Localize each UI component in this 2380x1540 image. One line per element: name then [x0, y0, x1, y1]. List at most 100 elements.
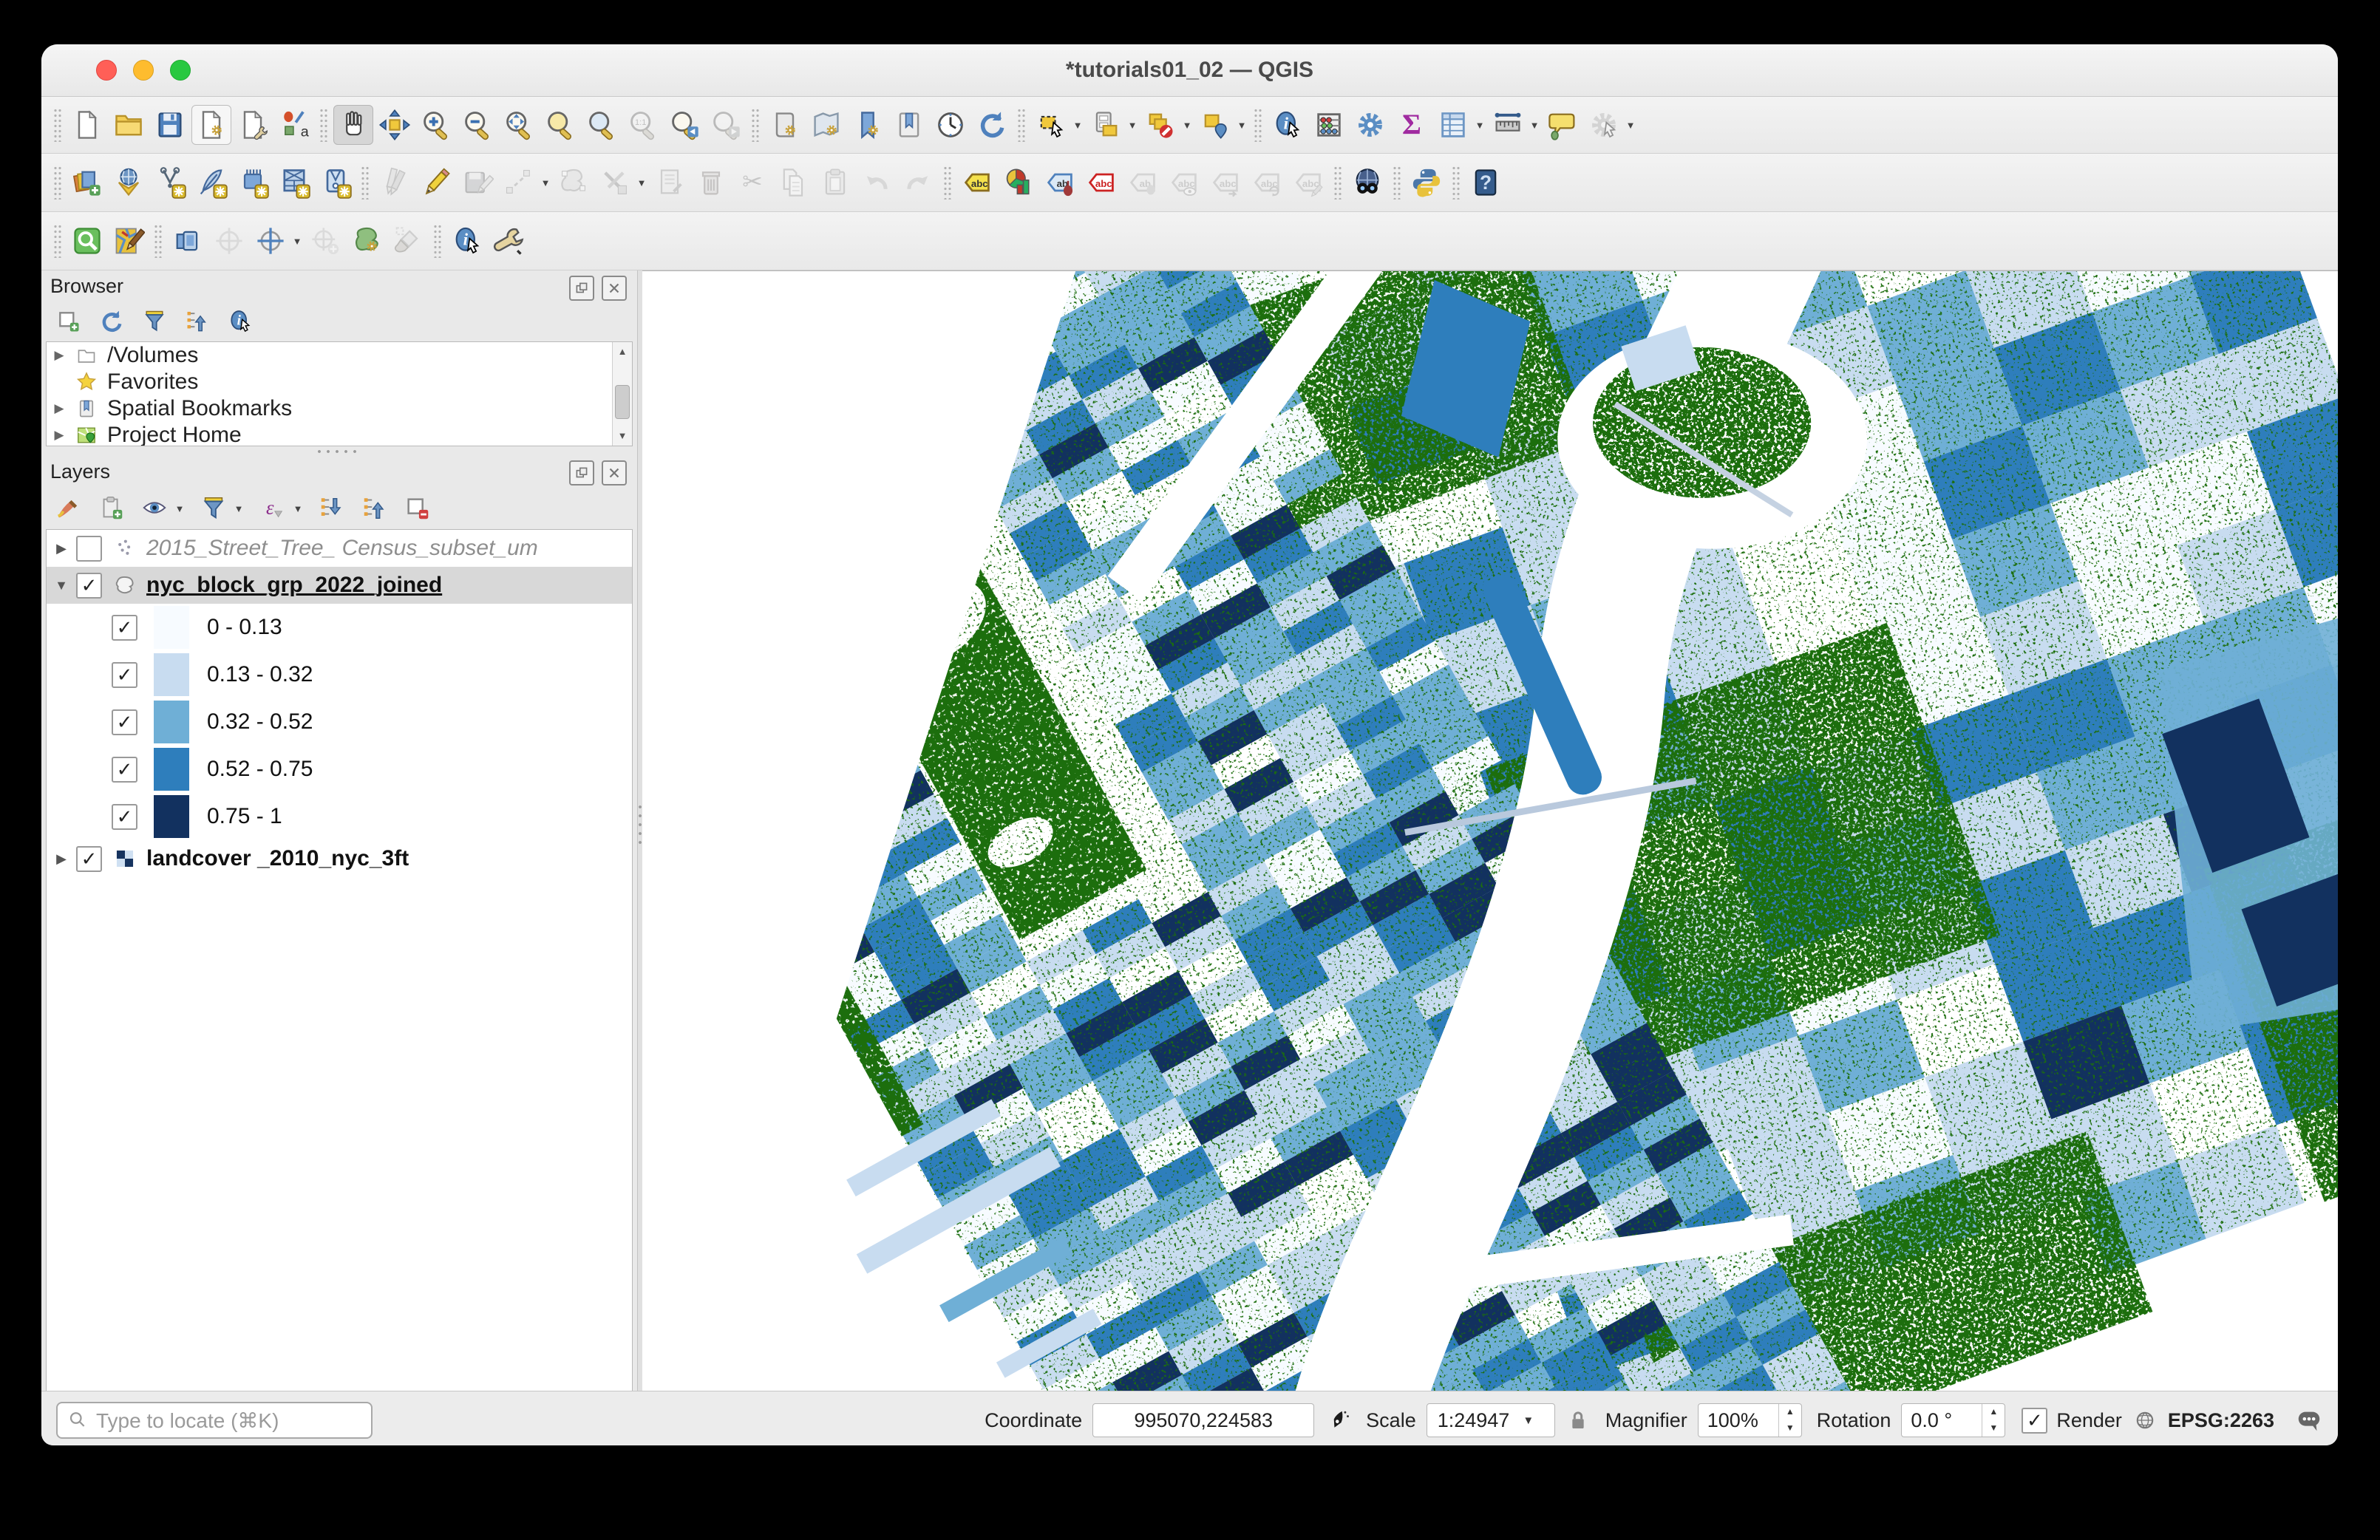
zoom-to-layer-button[interactable] [582, 105, 622, 145]
legend-class-checkbox[interactable]: ✓ [112, 757, 137, 783]
run-feature-action-button[interactable] [1584, 105, 1624, 145]
add-gps-point-button[interactable] [305, 221, 345, 261]
expander-icon[interactable]: ▶ [47, 348, 72, 363]
open-attribute-table-button[interactable] [1433, 105, 1473, 145]
layers-close-button[interactable] [602, 460, 627, 485]
toolbar-grip[interactable] [53, 166, 62, 200]
layer-visibility-checkbox[interactable]: ✓ [76, 573, 102, 599]
legend-class-checkbox[interactable]: ✓ [112, 662, 137, 688]
zoom-last-button[interactable] [664, 105, 704, 145]
dropdown-arrow-icon[interactable]: ▼ [1624, 120, 1637, 131]
browser-close-button[interactable] [602, 276, 627, 301]
center-map-on-point-button[interactable] [251, 221, 290, 261]
pin-unpin-labels-button[interactable]: ab [1040, 163, 1080, 202]
panel-splitter[interactable] [41, 446, 637, 455]
toolbar-grip[interactable] [319, 108, 328, 142]
identify-features-button[interactable]: i [1268, 105, 1308, 145]
dropdown-arrow-icon[interactable]: ▼ [635, 177, 648, 188]
rotate-label-button[interactable]: abc [1247, 163, 1287, 202]
help-contents-button[interactable]: ? [1466, 163, 1506, 202]
legend-class-row[interactable]: ✓0.52 - 0.75 [47, 746, 632, 793]
zoom-full-extent-button[interactable] [499, 105, 539, 145]
legend-class-row[interactable]: ✓0.75 - 1 [47, 793, 632, 840]
close-window-button[interactable] [96, 60, 117, 81]
toolbar-grip[interactable] [1393, 166, 1401, 200]
open-layer-styling-panel-button[interactable] [53, 493, 84, 524]
layer-diagram-options-button[interactable] [999, 163, 1038, 202]
dock-splitter[interactable] [637, 270, 642, 1391]
new-spatialite-layer-button[interactable] [233, 163, 273, 202]
statistical-summary-button[interactable]: Σ [1392, 105, 1432, 145]
expander-icon[interactable]: ▶ [47, 401, 72, 416]
expander-icon[interactable]: ▶ [47, 541, 76, 556]
modify-attributes-button[interactable] [595, 163, 635, 202]
plugin-information-button[interactable]: i [447, 221, 487, 261]
copy-features-button[interactable] [774, 163, 814, 202]
zoom-next-button[interactable] [706, 105, 746, 145]
legend-class-row[interactable]: ✓0.13 - 0.32 [47, 651, 632, 698]
delete-selected-button[interactable] [691, 163, 731, 202]
remove-layer-button[interactable] [402, 493, 433, 524]
filter-legend-button[interactable] [198, 493, 229, 524]
metasearch-catalog-button[interactable] [1347, 163, 1387, 202]
toolbar-grip[interactable] [154, 224, 163, 258]
refresh-map-button[interactable] [972, 105, 1012, 145]
gps-information-button[interactable] [168, 221, 208, 261]
legend-class-checkbox[interactable]: ✓ [112, 709, 137, 735]
pan-map-button[interactable] [333, 105, 373, 145]
spin-down-icon[interactable]: ▼ [1779, 1420, 1801, 1437]
deselect-features-button[interactable] [1140, 105, 1180, 145]
gps-center-button[interactable] [209, 221, 249, 261]
processing-toolbox-button[interactable] [1350, 105, 1390, 145]
multi-edit-attributes-button[interactable] [650, 163, 690, 202]
toolbar-grip[interactable] [751, 108, 760, 142]
scrollbar-thumb[interactable] [615, 385, 630, 419]
toolbar-grip[interactable] [361, 166, 370, 200]
undo-button[interactable] [857, 163, 897, 202]
current-edits-button[interactable] [375, 163, 415, 202]
new-print-layout-button[interactable] [191, 105, 231, 145]
magnifier-spinner[interactable]: 100% ▲▼ [1698, 1403, 1802, 1437]
measure-line-button[interactable] [1488, 105, 1528, 145]
expand-all-layers-button[interactable] [316, 493, 347, 524]
plugin-settings-button[interactable] [489, 221, 528, 261]
expander-icon[interactable]: ▶ [47, 851, 76, 867]
crs-value[interactable]: EPSG:2263 [2168, 1409, 2274, 1432]
dropdown-arrow-icon[interactable]: ▼ [1473, 120, 1486, 131]
collapse-all-browser-button[interactable] [182, 306, 213, 337]
dropdown-arrow-icon[interactable]: ▼ [1528, 120, 1541, 131]
add-selected-layers-button[interactable] [53, 306, 84, 337]
select-features-by-value-button[interactable] [1086, 105, 1126, 145]
layer-visibility-checkbox[interactable] [76, 536, 102, 562]
legend-class-row[interactable]: ✓0.32 - 0.52 [47, 698, 632, 746]
browser-item-spatial-bookmarks[interactable]: ▶Spatial Bookmarks [47, 395, 632, 422]
new-map-view-button[interactable] [765, 105, 805, 145]
change-label-properties-button[interactable]: abc [1288, 163, 1328, 202]
zoom-to-selection-button[interactable] [540, 105, 580, 145]
new-geopackage-layer-button[interactable] [191, 163, 231, 202]
temporal-controller-button[interactable] [931, 105, 970, 145]
python-console-button[interactable] [1407, 163, 1446, 202]
select-by-location-button[interactable] [1195, 105, 1235, 145]
add-vector-layer-button[interactable] [109, 163, 149, 202]
maximize-window-button[interactable] [170, 60, 191, 81]
coordinate-input[interactable]: 995070,224583 [1092, 1403, 1314, 1437]
paste-features-button[interactable] [815, 163, 855, 202]
toolbar-grip[interactable] [1017, 108, 1026, 142]
new-project-button[interactable] [67, 105, 107, 145]
pan-to-selection-button[interactable] [375, 105, 415, 145]
dropdown-arrow-icon[interactable]: ▼ [539, 177, 552, 188]
add-group-button[interactable] [96, 493, 127, 524]
browser-item--volumes[interactable]: ▶/Volumes [47, 342, 632, 369]
quickosm-button[interactable] [67, 221, 107, 261]
layers-float-button[interactable] [569, 460, 594, 485]
expander-icon[interactable]: ▼ [47, 578, 76, 593]
expander-icon[interactable]: ▶ [47, 428, 72, 443]
zoom-out-button[interactable] [458, 105, 497, 145]
lock-icon[interactable] [1565, 1408, 1591, 1433]
copy-paste-style-button[interactable] [388, 221, 428, 261]
new-shapefile-layer-button[interactable] [150, 163, 190, 202]
extents-toggle-icon[interactable] [1325, 1407, 1351, 1434]
toolbar-grip[interactable] [53, 108, 62, 142]
redo-button[interactable] [898, 163, 938, 202]
